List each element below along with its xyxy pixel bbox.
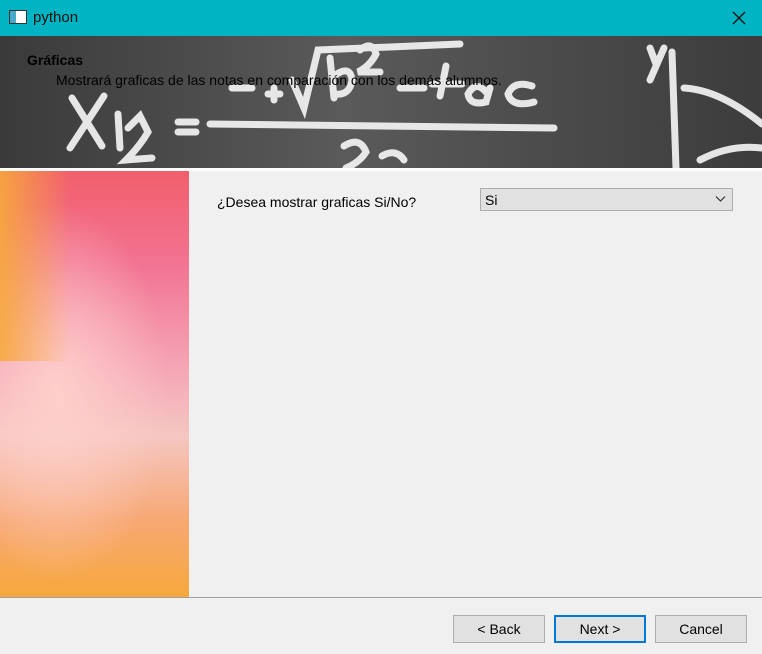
page-title: Gráficas: [27, 52, 84, 68]
chevron-down-icon: [715, 196, 726, 202]
page-subtitle: Mostrará graficas de las notas en compar…: [56, 72, 502, 88]
wizard-page-content: ¿Desea mostrar graficas Si/No? Si: [189, 171, 762, 597]
window-icon: [9, 10, 27, 24]
back-button[interactable]: < Back: [453, 615, 545, 643]
select-current-value: Si: [485, 192, 498, 208]
wizard-header: Gráficas Mostrará graficas de las notas …: [0, 36, 762, 168]
show-graphs-select[interactable]: Si: [480, 188, 733, 211]
cancel-button[interactable]: Cancel: [655, 615, 747, 643]
question-label: ¿Desea mostrar graficas Si/No?: [217, 194, 417, 210]
window-title: python: [33, 9, 79, 26]
footer-divider: [0, 597, 762, 598]
watermark-gradient-image: [0, 171, 189, 597]
next-button[interactable]: Next >: [554, 615, 646, 643]
chalkboard-banner-image: [0, 36, 762, 168]
title-bar: python: [0, 0, 762, 36]
close-icon: [732, 11, 746, 25]
close-button[interactable]: [716, 0, 762, 36]
